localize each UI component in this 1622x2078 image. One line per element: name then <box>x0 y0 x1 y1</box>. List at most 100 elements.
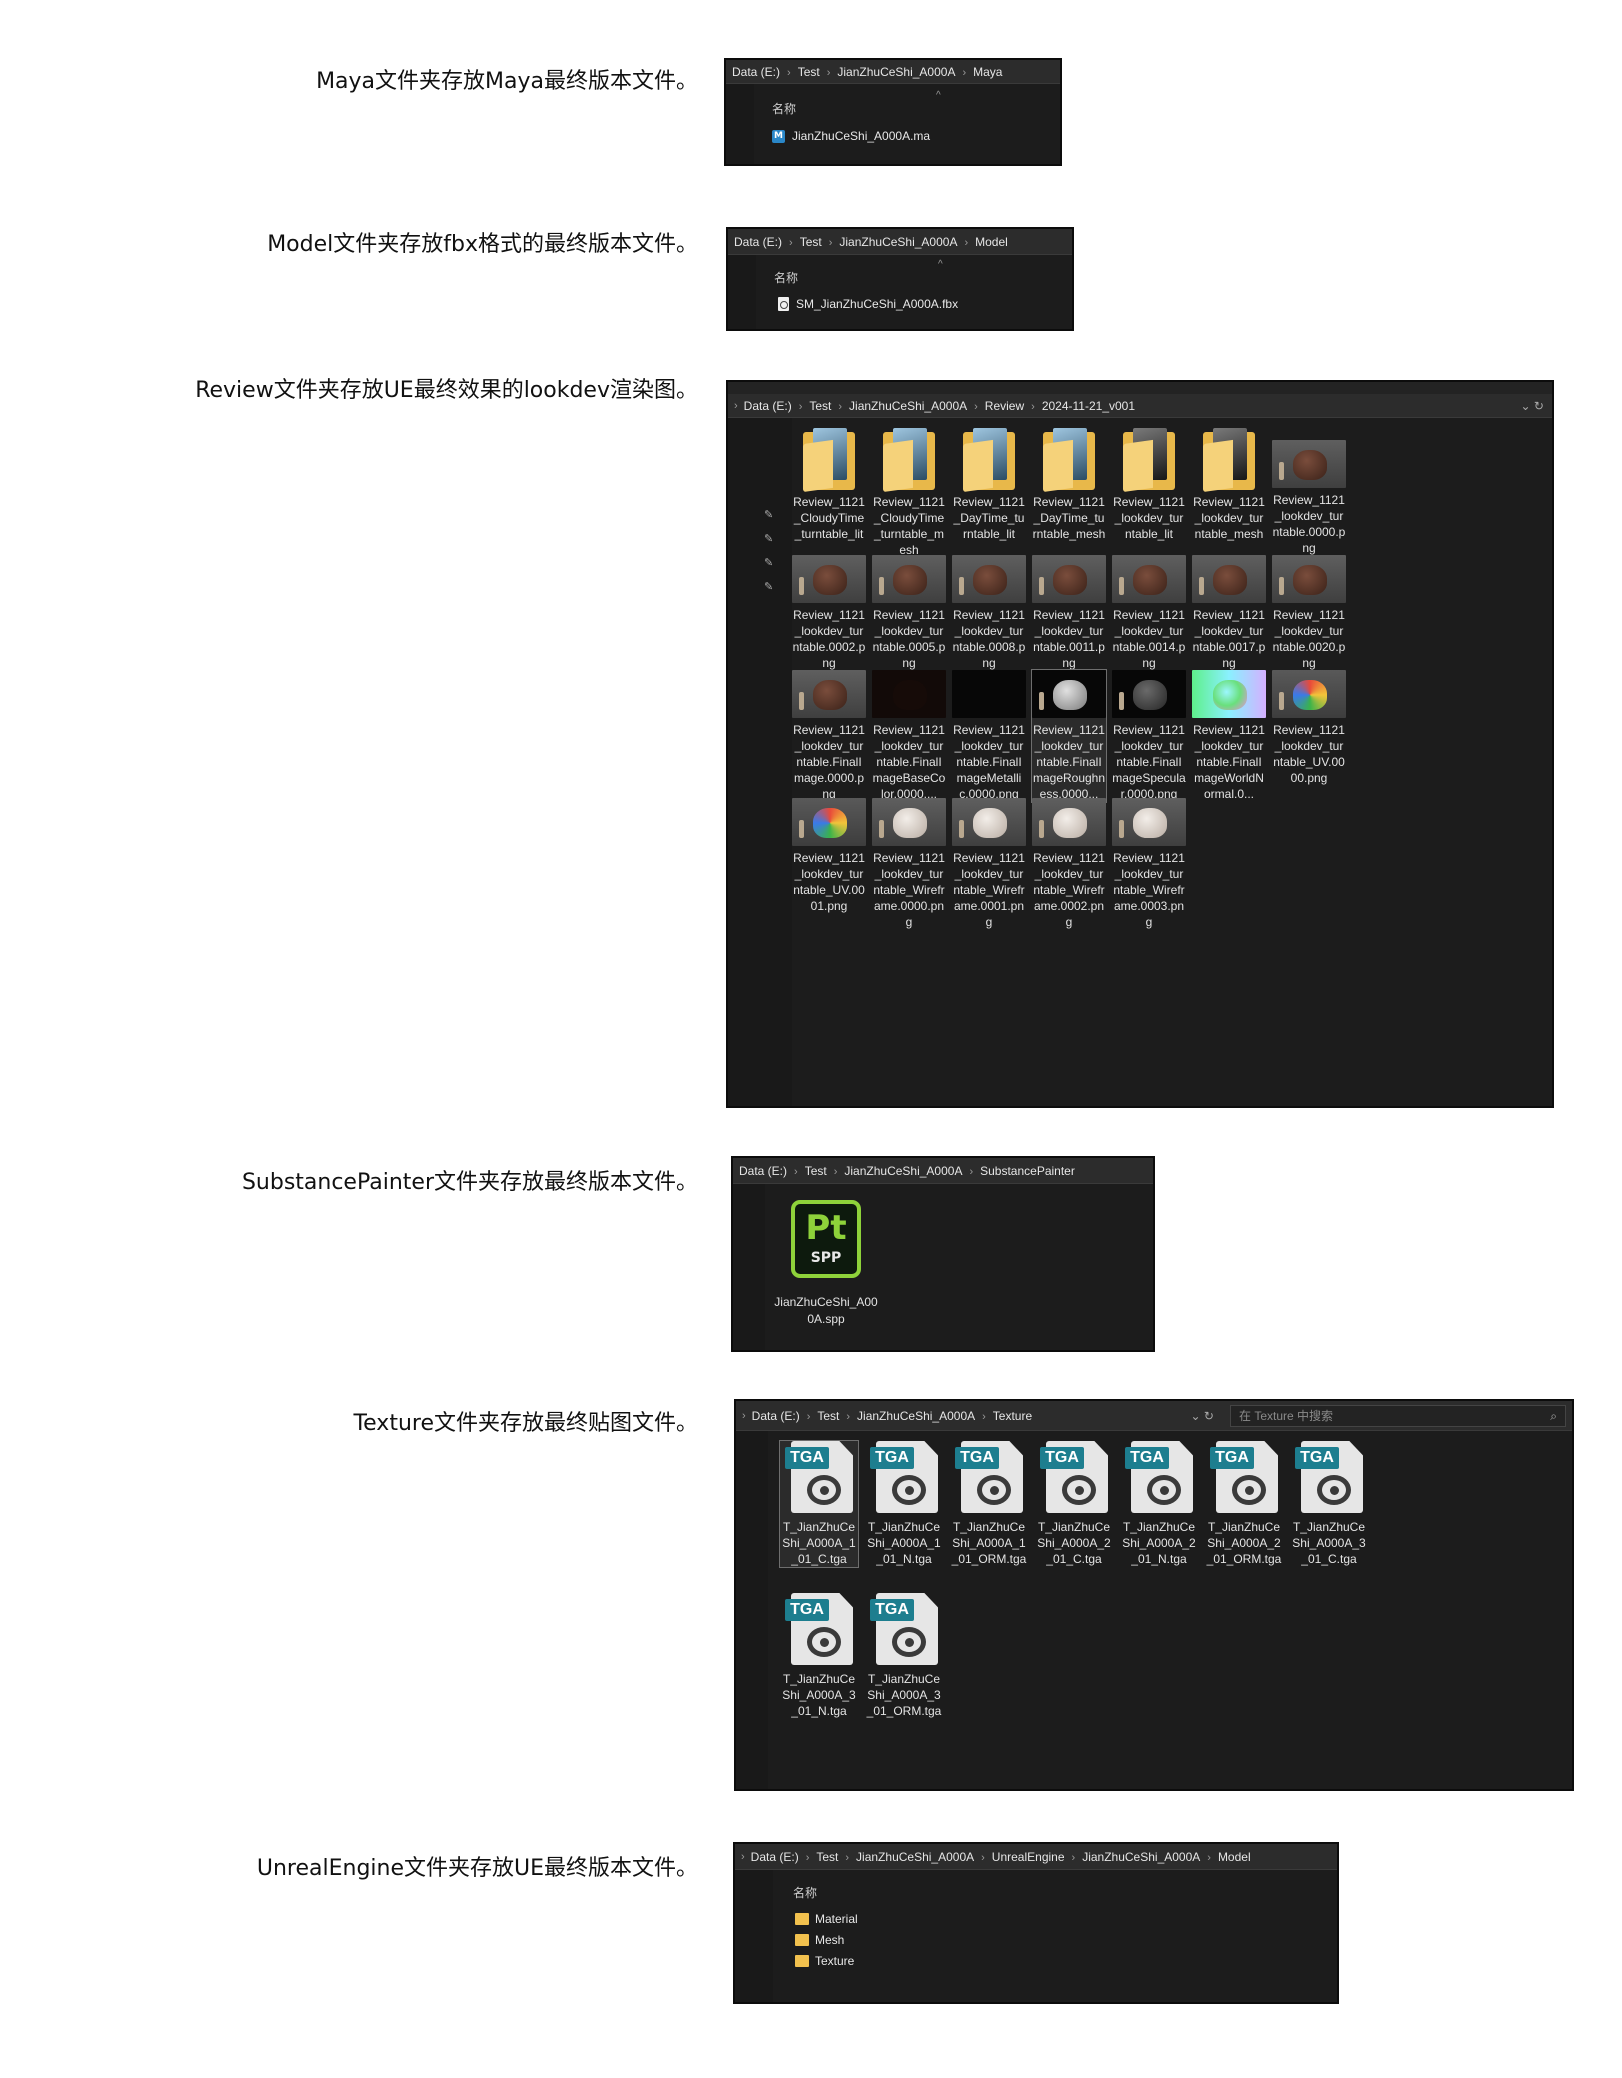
image-tile[interactable]: Review_1121_lookdev_turntable_Wireframe.… <box>952 798 1026 930</box>
folder-row[interactable]: Mesh <box>795 1933 844 1947</box>
breadcrumb-item[interactable]: Review <box>985 399 1024 413</box>
chevron-right-icon: › <box>805 1851 810 1864</box>
tga-badge: TGA <box>785 1599 829 1621</box>
folder-row[interactable]: Material <box>795 1912 858 1926</box>
texture-file-tile[interactable]: TGA T_JianZhuCeShi_A000A_2_01_N.tga <box>1120 1441 1198 1567</box>
sort-caret-icon[interactable]: ^ <box>938 259 943 270</box>
file-row-fbx[interactable]: SM_JianZhuCeShi_A000A.fbx <box>778 297 958 311</box>
image-tile[interactable]: Review_1121_lookdev_turntable_UV.0001.pn… <box>792 798 866 914</box>
file-name: Review_1121_lookdev_turntable.FinalImage… <box>793 723 865 801</box>
folder-tile[interactable]: Review_1121_DayTime_turntable_lit <box>952 428 1026 542</box>
breadcrumb-item[interactable]: Data (E:) <box>751 1850 799 1864</box>
breadcrumb-item[interactable]: Test <box>809 399 831 413</box>
image-tile[interactable]: Review_1121_lookdev_turntable_Wireframe.… <box>872 798 946 930</box>
image-tile[interactable]: Review_1121_lookdev_turntable.FinalImage… <box>1192 670 1266 802</box>
search-input[interactable]: 在 Texture 中搜索 ⌕ <box>1230 1405 1566 1427</box>
breadcrumb-item[interactable]: 2024-11-21_v001 <box>1042 399 1135 413</box>
address-bar[interactable]: Data (E:) › Test › JianZhuCeShi_A000A › Substa… <box>733 1158 1153 1184</box>
breadcrumb-item[interactable]: JianZhuCeShi_A000A <box>837 65 955 79</box>
refresh-icon[interactable]: ⌄ ↻ <box>1191 1401 1214 1431</box>
image-tile[interactable]: Review_1121_lookdev_turntable.FinalImage… <box>1112 670 1186 802</box>
image-thumbnail <box>872 555 946 603</box>
breadcrumb-item[interactable]: Texture <box>993 1409 1032 1423</box>
image-tile[interactable]: Review_1121_lookdev_turntable.FinalImage… <box>1031 669 1107 803</box>
texture-file-tile[interactable]: TGA T_JianZhuCeShi_A000A_2_01_ORM.tga <box>1205 1441 1283 1567</box>
chevron-right-icon: › <box>826 66 831 79</box>
breadcrumb-item[interactable]: Test <box>816 1850 838 1864</box>
file-name: T_JianZhuCeShi_A000A_1_01_ORM.tga <box>951 1520 1027 1566</box>
address-bar[interactable]: › Data (E:) › Test › JianZhuCeShi_A000A › Text… <box>736 1401 1222 1431</box>
texture-file-tile[interactable]: TGA T_JianZhuCeShi_A000A_3_01_C.tga <box>1290 1441 1368 1567</box>
breadcrumb: Data (E:) › Test › JianZhuCeShi_A000A › Maya <box>732 65 1002 79</box>
image-tile[interactable]: Review_1121_lookdev_turntable.FinalImage… <box>872 670 946 802</box>
breadcrumb-item[interactable]: JianZhuCeShi_A000A <box>1082 1850 1200 1864</box>
folder-tile[interactable]: Review_1121_CloudyTime_turntable_lit <box>792 428 866 542</box>
address-bar[interactable]: Data (E:) › Test › JianZhuCeShi_A000A › Model <box>728 229 1072 255</box>
address-bar[interactable]: › Data (E:) › Test › JianZhuCeShi_A000A › Unre… <box>735 1844 1337 1870</box>
image-tile[interactable]: Review_1121_lookdev_turntable_UV.0000.pn… <box>1272 670 1346 786</box>
folder-tile[interactable]: Review_1121_CloudyTime_turntable_mesh <box>872 428 946 558</box>
breadcrumb-item[interactable]: Test <box>800 235 822 249</box>
image-tile[interactable]: Review_1121_lookdev_turntable.0014.png <box>1112 555 1186 671</box>
image-tile[interactable]: Review_1121_lookdev_turntable.0002.png <box>792 555 866 671</box>
pin-icon[interactable]: ✎ <box>764 532 773 545</box>
texture-file-tile[interactable]: TGA T_JianZhuCeShi_A000A_1_01_C.tga <box>779 1440 859 1568</box>
image-tile[interactable]: Review_1121_lookdev_turntable.0008.png <box>952 555 1026 671</box>
pin-icon[interactable]: ✎ <box>764 556 773 569</box>
address-bar[interactable]: Data (E:) › Test › JianZhuCeShi_A000A › Maya <box>726 60 1060 84</box>
image-tile[interactable]: Review_1121_lookdev_turntable.0005.png <box>872 555 946 671</box>
image-tile[interactable]: Review_1121_lookdev_turntable.FinalImage… <box>952 670 1026 802</box>
pin-icon[interactable]: ✎ <box>764 508 773 521</box>
breadcrumb-item[interactable]: Test <box>805 1164 827 1178</box>
column-header-name[interactable]: 名称 <box>793 1884 817 1901</box>
breadcrumb-item[interactable]: JianZhuCeShi_A000A <box>844 1164 962 1178</box>
breadcrumb-item[interactable]: Maya <box>973 65 1002 79</box>
folder-row[interactable]: Texture <box>795 1954 854 1968</box>
folder-tile[interactable]: Review_1121_lookdev_turntable_mesh <box>1192 428 1266 542</box>
breadcrumb-item[interactable]: Model <box>1218 1850 1251 1864</box>
tga-badge: TGA <box>870 1447 914 1469</box>
breadcrumb-item[interactable]: JianZhuCeShi_A000A <box>856 1850 974 1864</box>
image-tile[interactable]: Review_1121_lookdev_turntable.FinalImage… <box>792 670 866 802</box>
image-tile[interactable]: Review_1121_lookdev_turntable_Wireframe.… <box>1032 798 1106 930</box>
breadcrumb-item[interactable]: Test <box>798 65 820 79</box>
file-name: Review_1121_lookdev_turntable_Wireframe.… <box>1113 851 1185 929</box>
image-tile[interactable]: Review_1121_lookdev_turntable.0017.png <box>1192 555 1266 671</box>
texture-file-tile[interactable]: TGA T_JianZhuCeShi_A000A_1_01_ORM.tga <box>950 1441 1028 1567</box>
image-thumbnail <box>1112 670 1186 718</box>
file-tile-spp[interactable]: Pt SPP <box>790 1200 862 1284</box>
texture-file-tile[interactable]: TGA T_JianZhuCeShi_A000A_3_01_ORM.tga <box>865 1593 943 1719</box>
pin-icon[interactable]: ✎ <box>764 580 773 593</box>
column-header-name[interactable]: 名称 <box>774 269 798 286</box>
file-row-maya[interactable]: M JianZhuCeShi_A000A.ma <box>772 129 930 143</box>
image-tile[interactable]: Review_1121_lookdev_turntable.0000.png <box>1272 440 1346 556</box>
folder-tile[interactable]: Review_1121_DayTime_turntable_mesh <box>1032 428 1106 542</box>
breadcrumb-item[interactable]: JianZhuCeShi_A000A <box>857 1409 975 1423</box>
breadcrumb-item[interactable]: Data (E:) <box>744 399 792 413</box>
sort-caret-icon[interactable]: ^ <box>936 90 941 101</box>
image-tile[interactable]: Review_1121_lookdev_turntable.0011.png <box>1032 555 1106 671</box>
breadcrumb-item[interactable]: JianZhuCeShi_A000A <box>849 399 967 413</box>
folder-icon <box>795 1934 809 1946</box>
breadcrumb-item[interactable]: Data (E:) <box>739 1164 787 1178</box>
breadcrumb-item[interactable]: Data (E:) <box>732 65 780 79</box>
texture-file-tile[interactable]: TGA T_JianZhuCeShi_A000A_1_01_N.tga <box>865 1441 943 1567</box>
texture-file-tile[interactable]: TGA T_JianZhuCeShi_A000A_2_01_C.tga <box>1035 1441 1113 1567</box>
image-tile[interactable]: Review_1121_lookdev_turntable.0020.png <box>1272 555 1346 671</box>
texture-file-tile[interactable]: TGA T_JianZhuCeShi_A000A_3_01_N.tga <box>780 1593 858 1719</box>
breadcrumb-item[interactable]: SubstancePainter <box>980 1164 1075 1178</box>
file-name: Review_1121_lookdev_turntable_Wireframe.… <box>873 851 945 929</box>
breadcrumb-item[interactable]: JianZhuCeShi_A000A <box>839 235 957 249</box>
column-header-name[interactable]: 名称 <box>772 100 796 117</box>
breadcrumb-item[interactable]: Test <box>817 1409 839 1423</box>
breadcrumb-item[interactable]: Data (E:) <box>734 235 782 249</box>
breadcrumb-item[interactable]: Data (E:) <box>752 1409 800 1423</box>
file-name: T_JianZhuCeShi_A000A_1_01_C.tga <box>782 1520 856 1566</box>
refresh-icon[interactable]: ⌄ ↻ <box>1521 394 1544 418</box>
folder-tile[interactable]: Review_1121_lookdev_turntable_lit <box>1112 428 1186 542</box>
image-tile[interactable]: Review_1121_lookdev_turntable_Wireframe.… <box>1112 798 1186 930</box>
breadcrumb-item[interactable]: Model <box>975 235 1008 249</box>
address-bar[interactable]: › Data (E:) › Test › JianZhuCeShi_A000A › Revi… <box>728 394 1552 418</box>
breadcrumb-item[interactable]: UnrealEngine <box>992 1850 1065 1864</box>
tga-file-icon: TGA <box>1208 1441 1280 1515</box>
